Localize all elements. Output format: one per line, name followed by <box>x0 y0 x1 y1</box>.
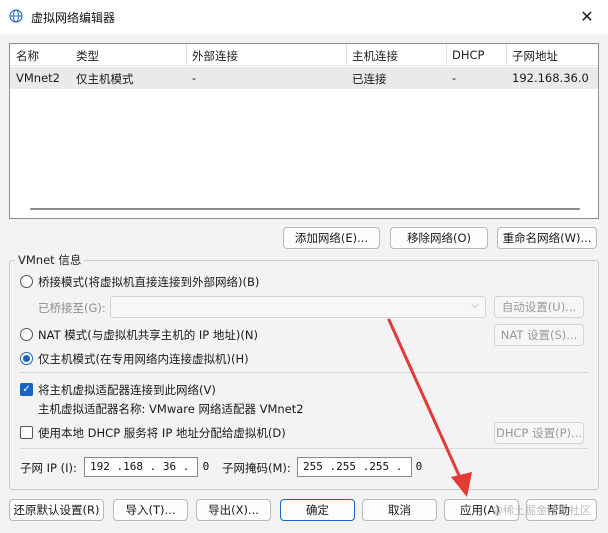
dhcp-label[interactable]: 使用本地 DHCP 服务将 IP 地址分配给虚拟机(D) <box>38 425 286 441</box>
restore-defaults-button[interactable]: 还原默认设置(R) <box>9 499 104 521</box>
divider <box>20 448 588 449</box>
network-list[interactable]: 名称 类型 外部连接 主机连接 DHCP 子网地址 VMnet2 仅主机模式 -… <box>9 43 599 219</box>
add-network-button[interactable]: 添加网络(E)... <box>283 227 380 249</box>
dhcp-checkbox[interactable] <box>20 426 33 439</box>
auto-settings-button[interactable]: 自动设置(U)... <box>494 296 584 318</box>
network-globe-icon <box>9 9 23 23</box>
cell-type: 仅主机模式 <box>76 72 134 86</box>
close-icon: ✕ <box>580 6 594 26</box>
cell-dhcp: - <box>452 71 457 85</box>
subnet-mask-label: 子网掩码(M): <box>222 461 291 475</box>
virtual-network-editor-window: 虚拟网络编辑器 ✕ 名称 类型 外部连接 主机连接 DHCP 子网地址 VMne… <box>0 0 608 533</box>
bridged-mode-label[interactable]: 桥接模式(将虚拟机直接连接到外部网络)(B) <box>38 274 259 290</box>
divider <box>20 372 588 373</box>
nat-mode-radio[interactable] <box>20 328 33 341</box>
remove-network-button[interactable]: 移除网络(O) <box>390 227 488 249</box>
column-header-name[interactable]: 名称 <box>16 48 39 64</box>
dhcp-settings-button[interactable]: DHCP 设置(P)... <box>494 422 584 444</box>
cell-external: - <box>192 71 197 85</box>
cell-subnet: 192.168.36.0 <box>512 71 589 85</box>
import-button[interactable]: 导入(T)... <box>113 499 188 521</box>
cancel-button[interactable]: 取消 <box>362 499 437 521</box>
column-divider[interactable] <box>346 44 347 66</box>
column-divider[interactable] <box>506 44 507 66</box>
subnet-ip-input[interactable]: 192 .168 . 36 . 0 <box>84 457 209 477</box>
host-only-mode-radio[interactable] <box>20 352 33 365</box>
title-bar: 虚拟网络编辑器 ✕ <box>0 0 608 34</box>
column-header-type[interactable]: 类型 <box>76 48 99 64</box>
nat-settings-button[interactable]: NAT 设置(S)... <box>494 324 584 346</box>
help-button[interactable]: 帮助 <box>526 499 597 521</box>
nat-mode-label[interactable]: NAT 模式(与虚拟机共享主机的 IP 地址)(N) <box>38 327 258 343</box>
column-header-dhcp[interactable]: DHCP <box>452 48 484 62</box>
vmnet-info-title: VMnet 信息 <box>15 252 85 268</box>
vmnet-info-group <box>9 260 599 490</box>
bridged-mode-radio[interactable] <box>20 275 33 288</box>
column-header-subnet[interactable]: 子网地址 <box>512 48 558 64</box>
column-divider[interactable] <box>186 44 187 66</box>
column-header-external[interactable]: 外部连接 <box>192 48 238 64</box>
table-row[interactable]: VMnet2 仅主机模式 - 已连接 - 192.168.36.0 <box>10 67 598 89</box>
connect-adapter-label[interactable]: 将主机虚拟适配器连接到此网络(V) <box>38 382 216 398</box>
bridged-to-label: 已桥接至(G): <box>38 301 106 315</box>
adapter-name-label: 主机虚拟适配器名称: VMware 网络适配器 VMnet2 <box>38 402 304 416</box>
close-button[interactable]: ✕ <box>574 4 600 28</box>
column-divider[interactable] <box>446 44 447 66</box>
window-title: 虚拟网络编辑器 <box>31 11 116 25</box>
host-only-mode-label[interactable]: 仅主机模式(在专用网络内连接虚拟机)(H) <box>38 351 249 367</box>
network-list-header: 名称 类型 外部连接 主机连接 DHCP 子网地址 <box>10 44 598 66</box>
subnet-ip-label: 子网 IP (I): <box>20 461 77 475</box>
subnet-mask-input[interactable]: 255 .255 .255 . 0 <box>297 457 422 477</box>
horizontal-scrollbar[interactable] <box>30 208 580 210</box>
connect-adapter-checkbox[interactable]: ✓ <box>20 383 33 396</box>
apply-button[interactable]: 应用(A) <box>444 499 519 521</box>
ok-button[interactable]: 确定 <box>280 499 355 521</box>
cell-host-connection: 已连接 <box>352 72 387 86</box>
export-button[interactable]: 导出(X)... <box>196 499 271 521</box>
rename-network-button[interactable]: 重命名网络(W)... <box>497 227 597 249</box>
column-header-host-connection[interactable]: 主机连接 <box>352 48 398 64</box>
bridged-to-select[interactable]: ⌵ <box>110 296 486 318</box>
cell-name: VMnet2 <box>16 71 60 85</box>
chevron-down-icon: ⌵ <box>471 300 479 311</box>
